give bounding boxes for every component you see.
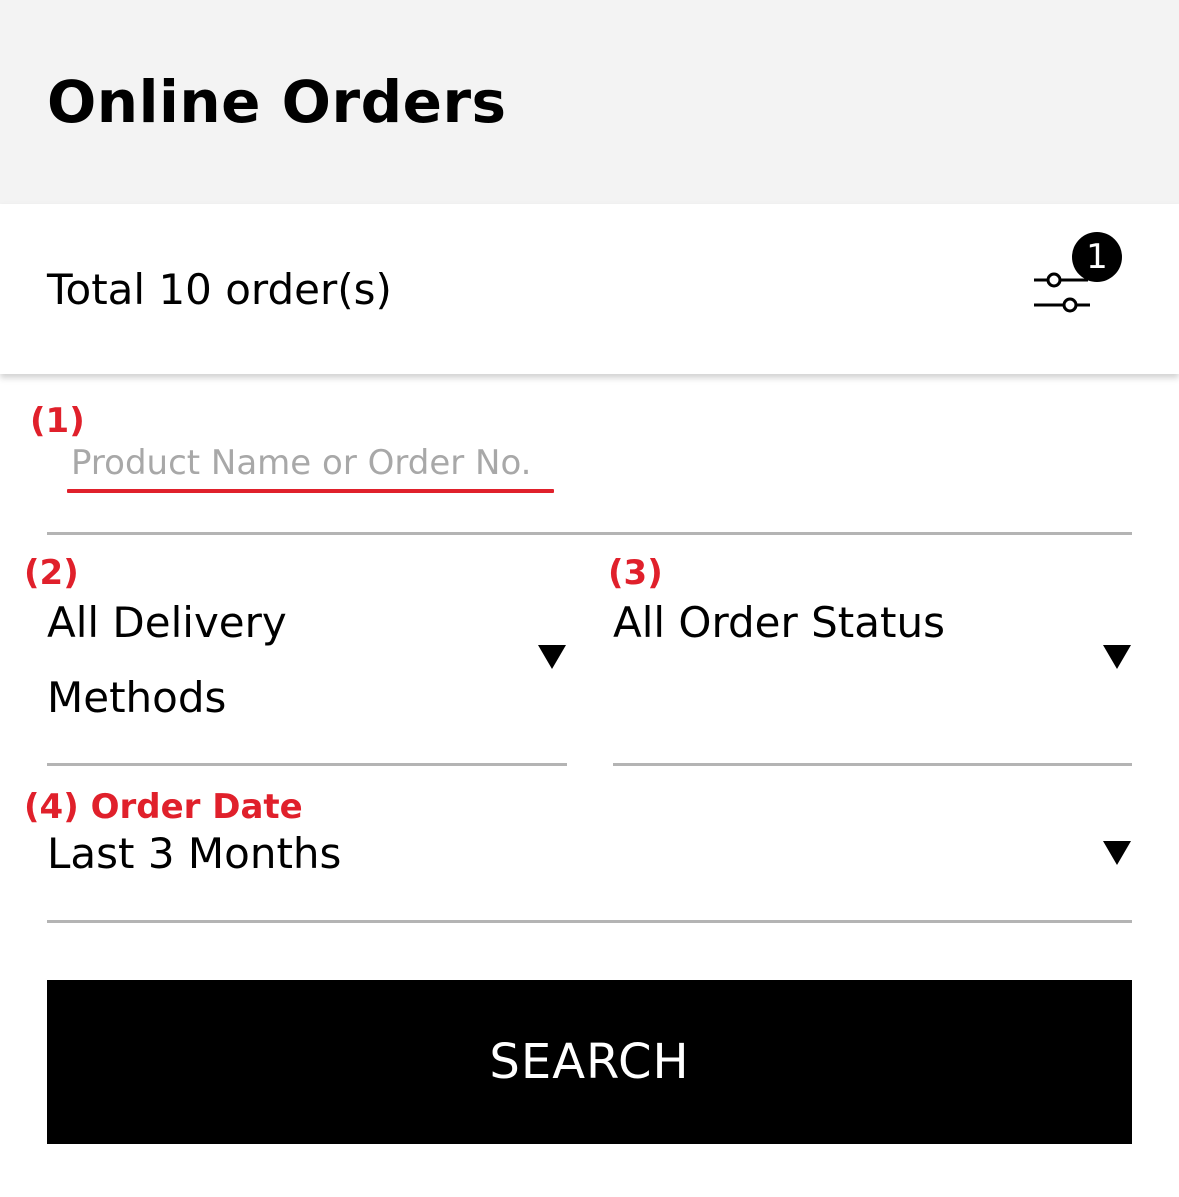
chevron-down-icon (538, 645, 566, 669)
delivery-method-select[interactable]: All Delivery Methods (47, 585, 567, 766)
search-field (47, 432, 1132, 535)
delivery-method-value-line1: All Delivery (47, 598, 287, 647)
order-status-value: All Order Status (613, 598, 945, 647)
chevron-down-icon (1103, 841, 1131, 865)
delivery-method-value-line2: Methods (47, 673, 227, 722)
page-title: Online Orders (47, 68, 507, 136)
filter-button[interactable]: 1 (1028, 232, 1128, 322)
filter-count-badge: 1 (1072, 232, 1122, 282)
order-date-value: Last 3 Months (47, 829, 342, 878)
chevron-down-icon (1103, 645, 1131, 669)
annotation-underline (67, 489, 554, 493)
total-orders-count: Total 10 order(s) (47, 265, 392, 314)
search-input[interactable] (71, 438, 671, 488)
order-status-select[interactable]: All Order Status (613, 585, 1132, 766)
search-button[interactable]: SEARCH (47, 980, 1132, 1144)
order-summary-bar: Total 10 order(s) 1 (0, 204, 1179, 374)
order-date-select[interactable]: Last 3 Months (47, 816, 1132, 923)
page-header: Online Orders (0, 0, 1179, 204)
